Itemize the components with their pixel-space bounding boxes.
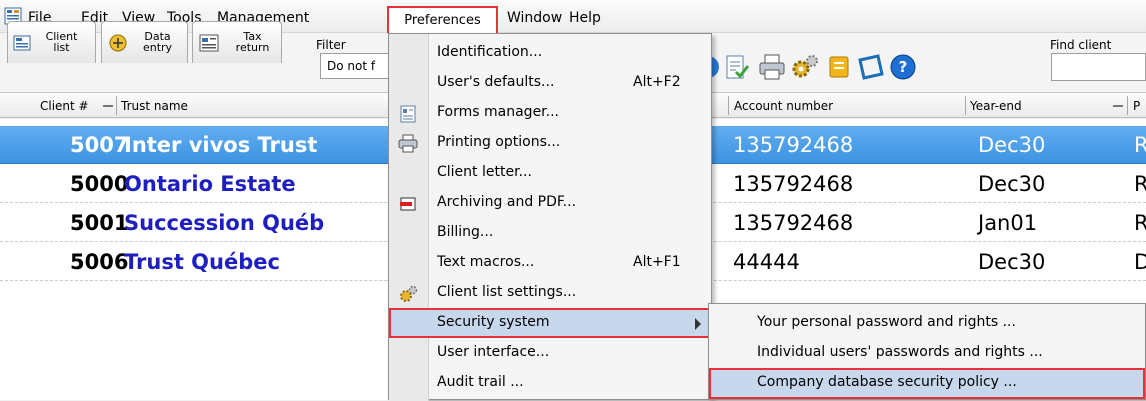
menu-item-label: Printing options... xyxy=(437,134,561,150)
client-number-cell: 5001 xyxy=(70,211,129,235)
submenu-item-company-security-policy[interactable]: Company database security policy ... xyxy=(709,368,1145,399)
year-end-cell: Dec30 xyxy=(978,172,1046,196)
folder-icon[interactable] xyxy=(856,52,886,82)
tab-data-entry-label-2: entry xyxy=(142,41,173,54)
trust-name-cell: Inter vivos Trust xyxy=(124,133,318,157)
column-year-end[interactable]: Year-end xyxy=(970,97,1022,115)
submenu-item-label: Individual users' passwords and rights .… xyxy=(757,344,1043,360)
menu-help[interactable]: Help xyxy=(569,8,601,28)
tab-client-list[interactable]: Client list xyxy=(7,21,96,63)
archive-icon xyxy=(400,197,416,211)
submenu-item-personal-password[interactable]: Your personal password and rights ... xyxy=(709,308,1145,338)
menu-item-label: Identification... xyxy=(437,44,543,60)
svg-text:?: ? xyxy=(899,58,908,76)
menu-item-user-interface[interactable]: User interface... xyxy=(389,338,711,368)
gears-icon[interactable] xyxy=(790,52,820,82)
column-next[interactable]: P xyxy=(1133,97,1140,115)
checklist-icon[interactable] xyxy=(722,52,752,82)
client-number-cell: 5006 xyxy=(70,250,129,274)
find-client-label: Find client xyxy=(1050,38,1112,52)
preferences-menu: Identification... User's defaults... Alt… xyxy=(388,33,712,401)
submenu-item-label: Your personal password and rights ... xyxy=(757,314,1016,330)
client-number-cell: 5000 xyxy=(70,172,129,196)
menu-item-label: Billing... xyxy=(437,224,494,240)
data-entry-icon xyxy=(109,34,127,52)
menu-item-text-macros[interactable]: Text macros... Alt+F1 xyxy=(389,248,711,278)
menu-item-identification[interactable]: Identification... xyxy=(389,38,711,68)
menu-item-client-list-settings[interactable]: Client list settings... xyxy=(389,278,711,308)
menu-window[interactable]: Window xyxy=(507,8,562,28)
column-divider[interactable] xyxy=(728,96,729,115)
next-cell: R xyxy=(1134,172,1146,196)
menu-item-label: User's defaults... xyxy=(437,74,555,90)
column-client-number[interactable]: Client # xyxy=(40,97,89,115)
menu-item-forms-manager[interactable]: Forms manager... xyxy=(389,98,711,128)
client-number-cell: 5007 xyxy=(70,133,129,157)
menu-item-label: Text macros... xyxy=(437,254,535,270)
filter-label: Filter xyxy=(316,38,346,52)
security-submenu: Your personal password and rights ... In… xyxy=(708,303,1146,400)
find-client-input[interactable] xyxy=(1051,53,1146,81)
menu-item-label: User interface... xyxy=(437,344,550,360)
column-divider[interactable] xyxy=(116,96,117,115)
account-number-cell: 135792468 xyxy=(733,133,854,157)
next-cell: R xyxy=(1134,211,1146,235)
menu-item-shortcut: Alt+F2 xyxy=(633,74,681,90)
sort-indicator xyxy=(1113,105,1123,107)
submenu-item-label: Company database security policy ... xyxy=(757,374,1017,390)
menu-item-users-defaults[interactable]: User's defaults... Alt+F2 xyxy=(389,68,711,98)
trust-name-cell: Trust Québec xyxy=(124,250,280,274)
column-divider[interactable] xyxy=(1127,96,1128,115)
menu-item-printing-options[interactable]: Printing options... xyxy=(389,128,711,158)
forms-icon xyxy=(400,105,416,123)
client-list-icon xyxy=(13,35,31,51)
column-trust-name[interactable]: Trust name xyxy=(121,97,188,115)
account-number-cell: 135792468 xyxy=(733,172,854,196)
menu-preferences[interactable]: Preferences xyxy=(387,6,498,33)
trust-name-cell: Ontario Estate xyxy=(124,172,296,196)
menu-item-label: Client letter... xyxy=(437,164,532,180)
tab-tax-return[interactable]: Tax return xyxy=(192,21,282,63)
tax-return-icon xyxy=(199,34,219,52)
next-cell: D xyxy=(1134,250,1146,274)
menu-item-shortcut: Alt+F1 xyxy=(633,254,681,270)
sort-indicator xyxy=(103,105,113,107)
year-end-cell: Jan01 xyxy=(978,211,1038,235)
menu-item-audit-trail[interactable]: Audit trail ... xyxy=(389,368,711,398)
submenu-item-users-passwords[interactable]: Individual users' passwords and rights .… xyxy=(709,338,1145,368)
trust-name-cell: Succession Québ xyxy=(124,211,325,235)
year-end-cell: Dec30 xyxy=(978,250,1046,274)
next-cell: R xyxy=(1134,133,1146,157)
column-account-number[interactable]: Account number xyxy=(734,97,833,115)
menu-item-label: Security system xyxy=(437,314,550,330)
menu-item-billing[interactable]: Billing... xyxy=(389,218,711,248)
account-number-cell: 44444 xyxy=(733,250,800,274)
tab-client-list-label-2: list xyxy=(53,41,70,54)
menu-item-client-letter[interactable]: Client letter... xyxy=(389,158,711,188)
year-end-cell: Dec30 xyxy=(978,133,1046,157)
help-icon[interactable]: ? xyxy=(888,52,918,82)
menu-item-label: Audit trail ... xyxy=(437,374,524,390)
menu-item-label: Client list settings... xyxy=(437,284,577,300)
submenu-arrow-icon xyxy=(695,318,701,330)
column-divider[interactable] xyxy=(965,96,966,115)
gears-icon xyxy=(400,285,418,302)
tab-tax-return-label-2: return xyxy=(235,41,270,54)
printer-icon[interactable] xyxy=(757,52,787,82)
account-number-cell: 135792468 xyxy=(733,211,854,235)
menu-item-label: Archiving and PDF... xyxy=(437,194,577,210)
menu-item-security-system[interactable]: Security system xyxy=(389,308,711,338)
menu-item-label: Forms manager... xyxy=(437,104,560,120)
filter-select[interactable]: Do not f xyxy=(320,53,390,79)
menu-item-archiving-pdf[interactable]: Archiving and PDF... xyxy=(389,188,711,218)
tab-data-entry[interactable]: Data entry xyxy=(101,21,188,63)
list-icon[interactable] xyxy=(824,52,854,82)
printer-icon xyxy=(398,134,418,153)
